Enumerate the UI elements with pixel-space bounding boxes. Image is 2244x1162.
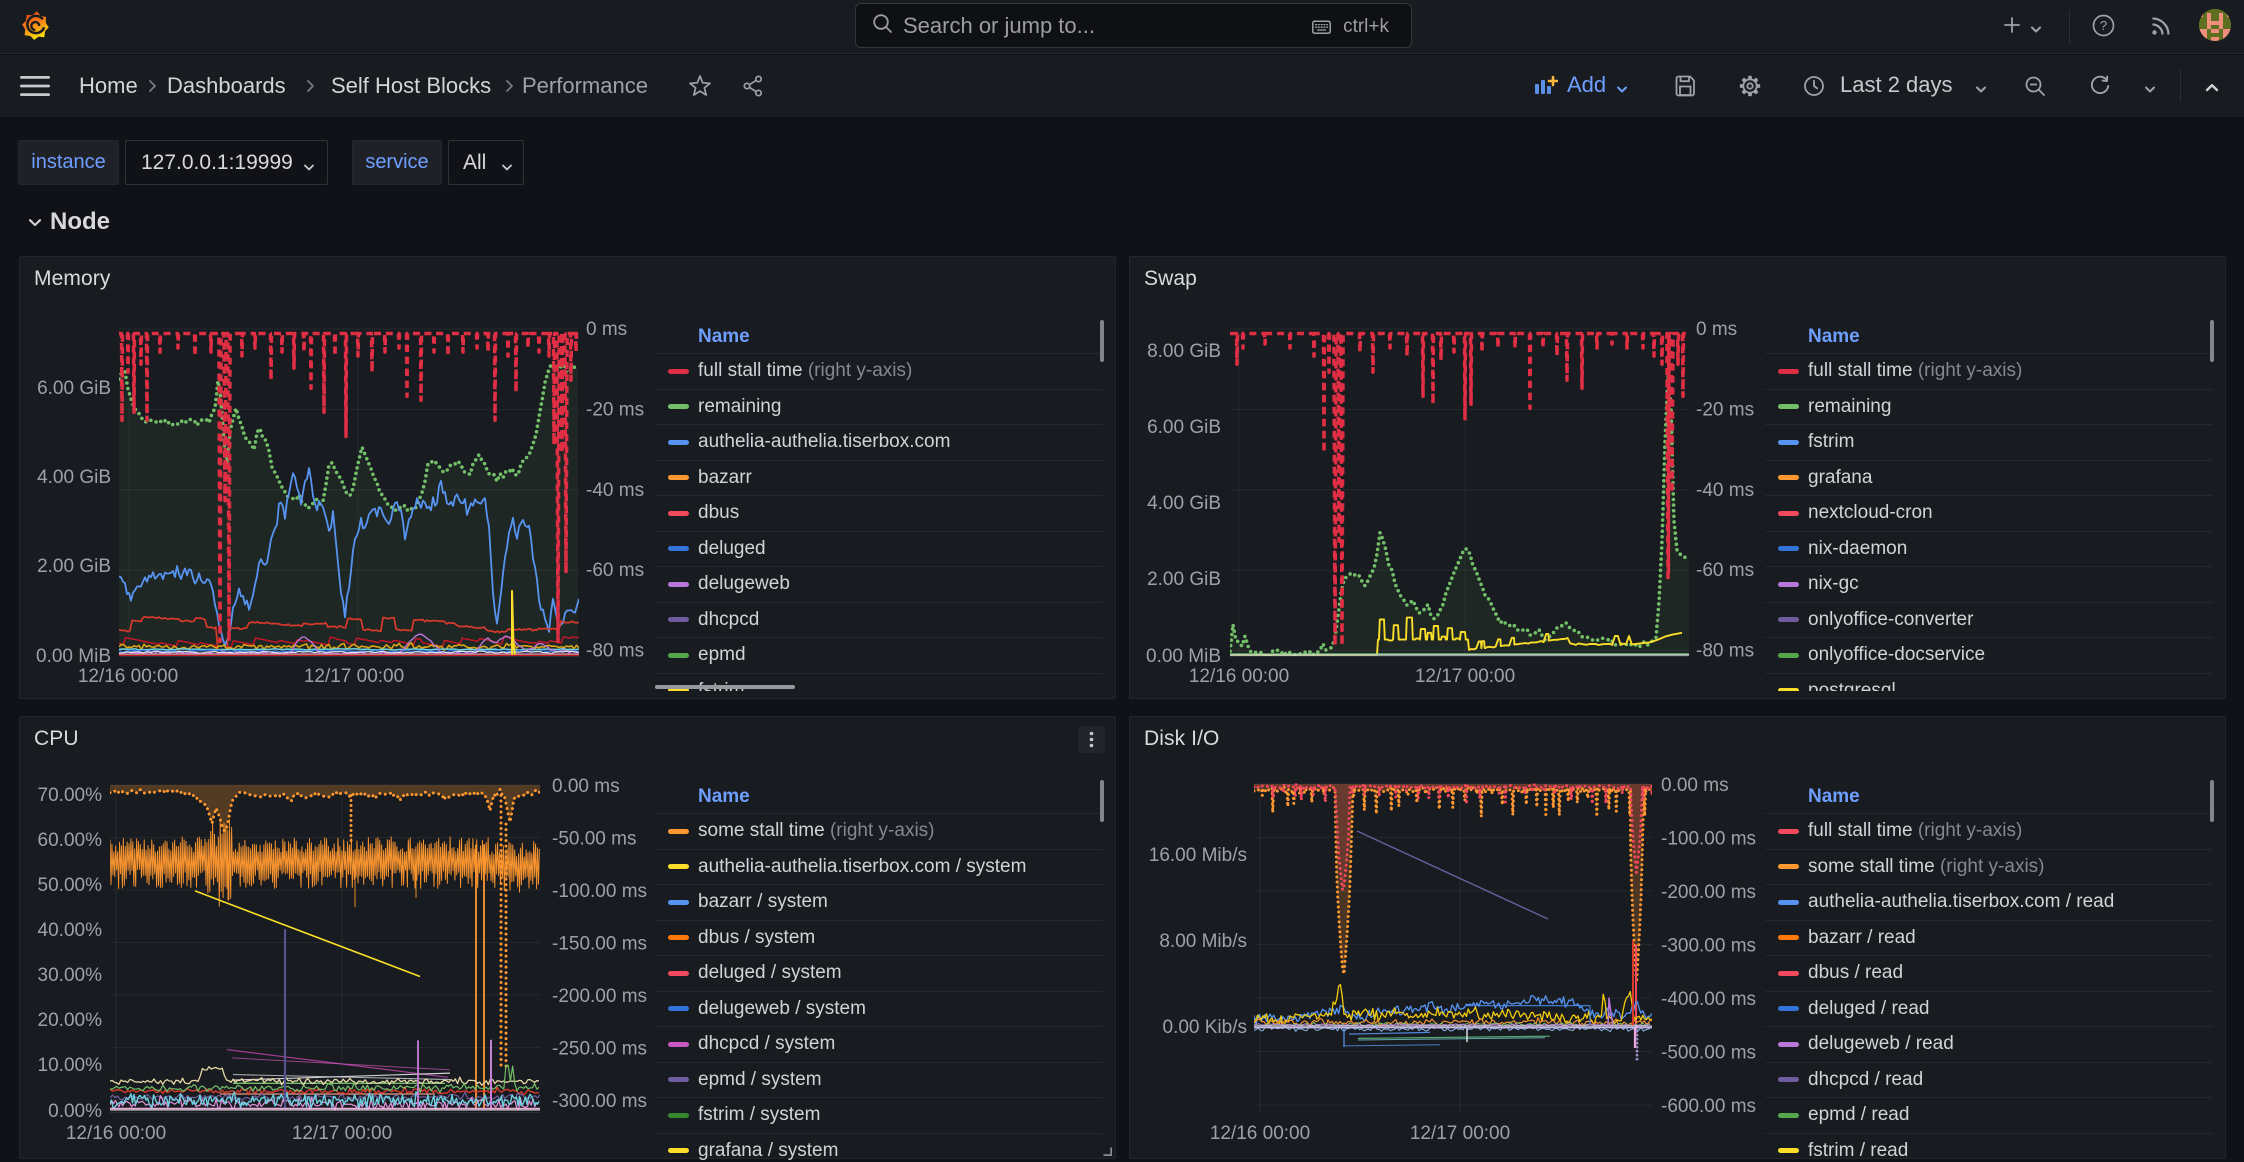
svg-text:-100.00 ms: -100.00 ms [1661, 829, 1756, 850]
svg-text:10.00%: 10.00% [38, 1055, 103, 1076]
svg-text:-300.00 ms: -300.00 ms [1661, 936, 1756, 957]
svg-text:0.00 Kib/s: 0.00 Kib/s [1163, 1017, 1248, 1038]
svg-text:6.00 GiB: 6.00 GiB [37, 378, 111, 399]
svg-text:0.00 ms: 0.00 ms [1661, 775, 1729, 796]
svg-text:-20 ms: -20 ms [586, 399, 644, 420]
svg-text:-80 ms: -80 ms [1696, 641, 1754, 662]
svg-text:-40 ms: -40 ms [586, 480, 644, 501]
svg-text:-40 ms: -40 ms [1696, 480, 1754, 501]
svg-text:12/16 00:00: 12/16 00:00 [78, 666, 178, 687]
svg-text:0.00 MiB: 0.00 MiB [36, 646, 111, 667]
svg-text:20.00%: 20.00% [38, 1010, 103, 1031]
svg-text:12/17 00:00: 12/17 00:00 [1415, 666, 1515, 687]
svg-text:-200.00 ms: -200.00 ms [1661, 882, 1756, 903]
svg-text:0.00%: 0.00% [48, 1101, 102, 1122]
svg-text:-150.00 ms: -150.00 ms [552, 934, 647, 955]
svg-text:6.00 GiB: 6.00 GiB [1147, 417, 1221, 438]
svg-text:16.00 Mib/s: 16.00 Mib/s [1149, 845, 1247, 866]
svg-text:-60 ms: -60 ms [1696, 560, 1754, 581]
svg-text:-600.00 ms: -600.00 ms [1661, 1096, 1756, 1117]
svg-text:-100.00 ms: -100.00 ms [552, 881, 647, 902]
svg-text:0 ms: 0 ms [1696, 319, 1737, 340]
svg-text:-50.00 ms: -50.00 ms [552, 829, 636, 850]
svg-text:-200.00 ms: -200.00 ms [552, 986, 647, 1007]
svg-text:-20 ms: -20 ms [1696, 399, 1754, 420]
svg-text:12/16 00:00: 12/16 00:00 [1210, 1123, 1310, 1144]
svg-text:2.00 GiB: 2.00 GiB [37, 556, 111, 577]
svg-text:30.00%: 30.00% [38, 965, 103, 986]
svg-text:-80 ms: -80 ms [586, 641, 644, 662]
svg-text:4.00 GiB: 4.00 GiB [37, 467, 111, 488]
svg-text:12/17 00:00: 12/17 00:00 [1410, 1123, 1510, 1144]
svg-text:12/17 00:00: 12/17 00:00 [304, 666, 404, 687]
svg-text:-250.00 ms: -250.00 ms [552, 1039, 647, 1060]
svg-text:-60 ms: -60 ms [586, 560, 644, 581]
svg-text:0.00 MiB: 0.00 MiB [1146, 646, 1221, 667]
svg-text:?: ? [2100, 18, 2107, 33]
svg-text:0 ms: 0 ms [586, 319, 627, 340]
svg-text:-300.00 ms: -300.00 ms [552, 1091, 647, 1112]
svg-text:12/17 00:00: 12/17 00:00 [292, 1123, 392, 1144]
svg-text:4.00 GiB: 4.00 GiB [1147, 493, 1221, 514]
svg-text:70.00%: 70.00% [38, 785, 103, 806]
svg-text:12/16 00:00: 12/16 00:00 [1189, 666, 1289, 687]
svg-text:8.00 Mib/s: 8.00 Mib/s [1159, 931, 1247, 952]
svg-text:0.00 ms: 0.00 ms [552, 776, 620, 797]
svg-text:-500.00 ms: -500.00 ms [1661, 1043, 1756, 1064]
svg-text:8.00 GiB: 8.00 GiB [1147, 341, 1221, 362]
svg-text:12/16 00:00: 12/16 00:00 [66, 1123, 166, 1144]
svg-text:60.00%: 60.00% [38, 830, 103, 851]
svg-text:50.00%: 50.00% [38, 875, 103, 896]
svg-text:-400.00 ms: -400.00 ms [1661, 989, 1756, 1010]
svg-text:40.00%: 40.00% [38, 920, 103, 941]
svg-text:2.00 GiB: 2.00 GiB [1147, 569, 1221, 590]
